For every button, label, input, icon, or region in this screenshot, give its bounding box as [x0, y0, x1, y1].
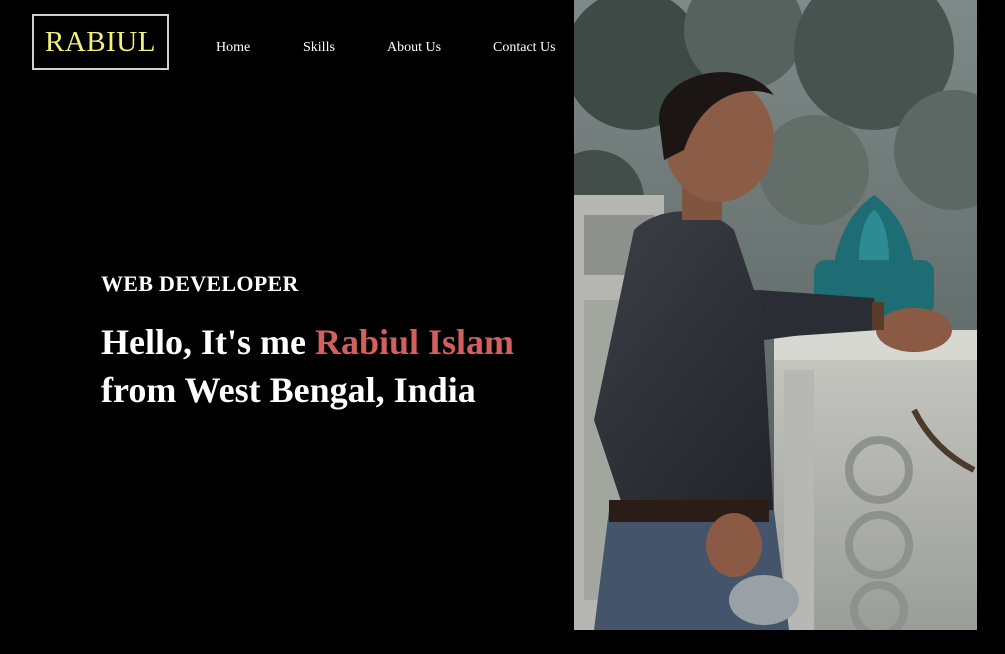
profile-photo-illustration — [574, 0, 977, 630]
hero-headline: Hello, It's me Rabiul Islam from West Ben… — [101, 318, 571, 414]
nav-link-about-us[interactable]: About Us — [387, 40, 441, 56]
hero-section: WEB DEVELOPER Hello, It's me Rabiul Isla… — [101, 270, 571, 414]
hero-role: WEB DEVELOPER — [101, 271, 299, 296]
hero-greeting: Hello, It's me — [101, 322, 315, 362]
nav-link-home[interactable]: Home — [216, 40, 250, 56]
nav-link-contact-us[interactable]: Contact Us — [493, 40, 556, 56]
hero-location: from West Bengal, India — [101, 370, 476, 410]
portfolio-page: RABIUL Home Skills About Us Contact Us W… — [0, 0, 1005, 654]
nav-link-skills[interactable]: Skills — [303, 40, 335, 56]
brand-logo[interactable]: RABIUL — [32, 14, 169, 70]
hero-name: Rabiul Islam — [314, 322, 515, 362]
profile-photo — [574, 0, 977, 630]
